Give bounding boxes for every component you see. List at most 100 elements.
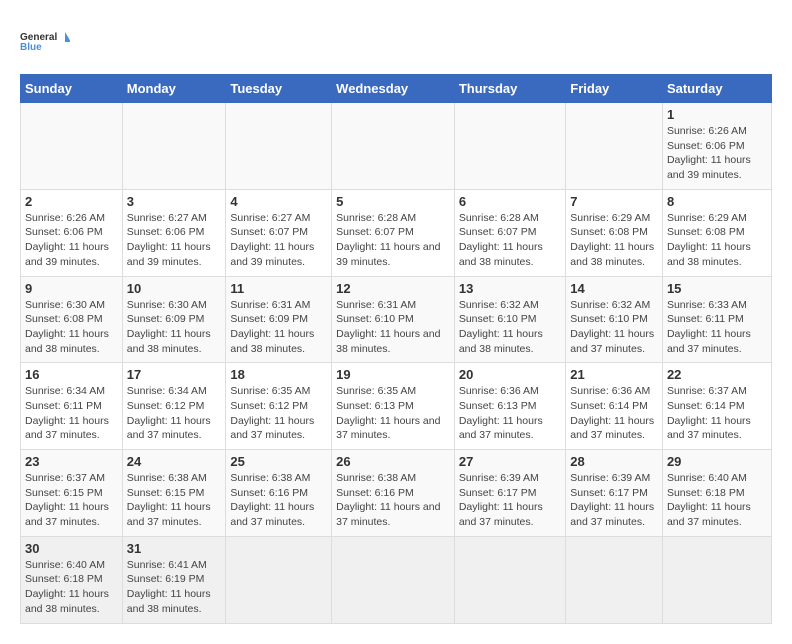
- day-number: 5: [336, 194, 450, 209]
- day-info: Sunrise: 6:36 AM Sunset: 6:13 PM Dayligh…: [459, 384, 561, 443]
- calendar-cell: [122, 103, 226, 190]
- day-info: Sunrise: 6:34 AM Sunset: 6:12 PM Dayligh…: [127, 384, 222, 443]
- calendar-cell: 21Sunrise: 6:36 AM Sunset: 6:14 PM Dayli…: [566, 363, 663, 450]
- header-row: Sunday Monday Tuesday Wednesday Thursday…: [21, 75, 772, 103]
- day-number: 22: [667, 367, 767, 382]
- calendar-cell: 26 Sunrise: 6:38 AM Sunset: 6:16 PM Dayli…: [332, 450, 455, 537]
- calendar-cell: 5 Sunrise: 6:28 AM Sunset: 6:07 PM Daylig…: [332, 189, 455, 276]
- day-info: Sunrise: 6:30 AM Sunset: 6:08 PM Dayligh…: [25, 298, 118, 357]
- svg-text:General: General: [20, 32, 57, 43]
- calendar-cell: 10Sunrise: 6:30 AM Sunset: 6:09 PM Dayli…: [122, 276, 226, 363]
- day-number: 20: [459, 367, 561, 382]
- calendar-cell: [566, 536, 663, 623]
- day-number: 28: [570, 454, 658, 469]
- col-saturday: Saturday: [662, 75, 771, 103]
- week-row-2: 2Sunrise: 6:26 AM Sunset: 6:06 PM Daylig…: [21, 189, 772, 276]
- day-number: 25: [230, 454, 327, 469]
- day-info: Sunrise: 6:28 AM Sunset: 6:07 PM Dayligh…: [336, 211, 450, 270]
- logo: General Blue: [20, 20, 70, 64]
- calendar-cell: [332, 536, 455, 623]
- calendar-cell: 16 Sunrise: 6:34 AM Sunset: 6:11 PM Dayli…: [21, 363, 123, 450]
- day-info: Sunrise: 6:40 AM Sunset: 6:18 PM Dayligh…: [667, 471, 767, 530]
- day-info: Sunrise: 6:36 AM Sunset: 6:14 PM Dayligh…: [570, 384, 658, 443]
- day-number: 27: [459, 454, 561, 469]
- day-info: Sunrise: 6:39 AM Sunset: 6:17 PM Dayligh…: [570, 471, 658, 530]
- day-number: 3: [127, 194, 222, 209]
- day-number: 6: [459, 194, 561, 209]
- col-tuesday: Tuesday: [226, 75, 332, 103]
- day-number: 29: [667, 454, 767, 469]
- calendar-cell: 31 Sunrise: 6:41 AM Sunset: 6:19 PM Dayli…: [122, 536, 226, 623]
- calendar-cell: 30 Sunrise: 6:40 AM Sunset: 6:18 PM Dayli…: [21, 536, 123, 623]
- svg-text:Blue: Blue: [20, 42, 42, 53]
- day-info: Sunrise: 6:35 AM Sunset: 6:12 PM Dayligh…: [230, 384, 327, 443]
- day-info: Sunrise: 6:35 AM Sunset: 6:13 PM Dayligh…: [336, 384, 450, 443]
- calendar-cell: 6Sunrise: 6:28 AM Sunset: 6:07 PM Daylig…: [454, 189, 565, 276]
- calendar-cell: 24 Sunrise: 6:38 AM Sunset: 6:15 PM Dayli…: [122, 450, 226, 537]
- day-info: Sunrise: 6:31 AM Sunset: 6:10 PM Dayligh…: [336, 298, 450, 357]
- logo-svg: General Blue: [20, 20, 70, 64]
- calendar-cell: 22Sunrise: 6:37 AM Sunset: 6:14 PM Dayli…: [662, 363, 771, 450]
- calendar-cell: 9 Sunrise: 6:30 AM Sunset: 6:08 PM Daylig…: [21, 276, 123, 363]
- calendar-cell: 14 Sunrise: 6:32 AM Sunset: 6:10 PM Dayli…: [566, 276, 663, 363]
- calendar-cell: 11Sunrise: 6:31 AM Sunset: 6:09 PM Dayli…: [226, 276, 332, 363]
- calendar-cell: 28 Sunrise: 6:39 AM Sunset: 6:17 PM Dayli…: [566, 450, 663, 537]
- day-number: 15: [667, 281, 767, 296]
- day-info: Sunrise: 6:38 AM Sunset: 6:16 PM Dayligh…: [336, 471, 450, 530]
- day-info: Sunrise: 6:38 AM Sunset: 6:15 PM Dayligh…: [127, 471, 222, 530]
- day-number: 26: [336, 454, 450, 469]
- day-info: Sunrise: 6:38 AM Sunset: 6:16 PM Dayligh…: [230, 471, 327, 530]
- calendar-cell: 23 Sunrise: 6:37 AM Sunset: 6:15 PM Dayli…: [21, 450, 123, 537]
- calendar-cell: [226, 536, 332, 623]
- calendar-cell: [454, 536, 565, 623]
- day-info: Sunrise: 6:39 AM Sunset: 6:17 PM Dayligh…: [459, 471, 561, 530]
- week-row-4: 16 Sunrise: 6:34 AM Sunset: 6:11 PM Dayli…: [21, 363, 772, 450]
- day-number: 12: [336, 281, 450, 296]
- day-info: Sunrise: 6:41 AM Sunset: 6:19 PM Dayligh…: [127, 558, 222, 617]
- calendar-cell: 8 Sunrise: 6:29 AM Sunset: 6:08 PM Daylig…: [662, 189, 771, 276]
- day-number: 31: [127, 541, 222, 556]
- day-number: 7: [570, 194, 658, 209]
- calendar-cell: 12 Sunrise: 6:31 AM Sunset: 6:10 PM Dayli…: [332, 276, 455, 363]
- day-number: 14: [570, 281, 658, 296]
- calendar-cell: [566, 103, 663, 190]
- calendar-cell: 17 Sunrise: 6:34 AM Sunset: 6:12 PM Dayli…: [122, 363, 226, 450]
- day-info: Sunrise: 6:32 AM Sunset: 6:10 PM Dayligh…: [570, 298, 658, 357]
- day-number: 4: [230, 194, 327, 209]
- calendar-cell: [454, 103, 565, 190]
- day-info: Sunrise: 6:33 AM Sunset: 6:11 PM Dayligh…: [667, 298, 767, 357]
- day-number: 16: [25, 367, 118, 382]
- calendar-cell: 7Sunrise: 6:29 AM Sunset: 6:08 PM Daylig…: [566, 189, 663, 276]
- col-monday: Monday: [122, 75, 226, 103]
- calendar-cell: 27 Sunrise: 6:39 AM Sunset: 6:17 PM Dayli…: [454, 450, 565, 537]
- day-info: Sunrise: 6:37 AM Sunset: 6:15 PM Dayligh…: [25, 471, 118, 530]
- day-info: Sunrise: 6:40 AM Sunset: 6:18 PM Dayligh…: [25, 558, 118, 617]
- col-wednesday: Wednesday: [332, 75, 455, 103]
- calendar-cell: 29 Sunrise: 6:40 AM Sunset: 6:18 PM Dayli…: [662, 450, 771, 537]
- day-number: 30: [25, 541, 118, 556]
- day-info: Sunrise: 6:29 AM Sunset: 6:08 PM Dayligh…: [667, 211, 767, 270]
- calendar-cell: 3Sunrise: 6:27 AM Sunset: 6:06 PM Daylig…: [122, 189, 226, 276]
- calendar-cell: [21, 103, 123, 190]
- day-info: Sunrise: 6:31 AM Sunset: 6:09 PM Dayligh…: [230, 298, 327, 357]
- week-row-5: 23 Sunrise: 6:37 AM Sunset: 6:15 PM Dayli…: [21, 450, 772, 537]
- day-number: 24: [127, 454, 222, 469]
- day-number: 1: [667, 107, 767, 122]
- col-thursday: Thursday: [454, 75, 565, 103]
- day-number: 8: [667, 194, 767, 209]
- calendar-cell: 2Sunrise: 6:26 AM Sunset: 6:06 PM Daylig…: [21, 189, 123, 276]
- day-number: 9: [25, 281, 118, 296]
- calendar-cell: 13Sunrise: 6:32 AM Sunset: 6:10 PM Dayli…: [454, 276, 565, 363]
- col-sunday: Sunday: [21, 75, 123, 103]
- calendar-cell: 18Sunrise: 6:35 AM Sunset: 6:12 PM Dayli…: [226, 363, 332, 450]
- week-row-6: 30 Sunrise: 6:40 AM Sunset: 6:18 PM Dayli…: [21, 536, 772, 623]
- day-info: Sunrise: 6:34 AM Sunset: 6:11 PM Dayligh…: [25, 384, 118, 443]
- week-row-1: 1 Sunrise: 6:26 AM Sunset: 6:06 PM Daylig…: [21, 103, 772, 190]
- calendar-cell: 25 Sunrise: 6:38 AM Sunset: 6:16 PM Dayli…: [226, 450, 332, 537]
- calendar-cell: [332, 103, 455, 190]
- week-row-3: 9 Sunrise: 6:30 AM Sunset: 6:08 PM Daylig…: [21, 276, 772, 363]
- day-info: Sunrise: 6:26 AM Sunset: 6:06 PM Dayligh…: [25, 211, 118, 270]
- day-info: Sunrise: 6:26 AM Sunset: 6:06 PM Dayligh…: [667, 124, 767, 183]
- day-number: 17: [127, 367, 222, 382]
- day-number: 23: [25, 454, 118, 469]
